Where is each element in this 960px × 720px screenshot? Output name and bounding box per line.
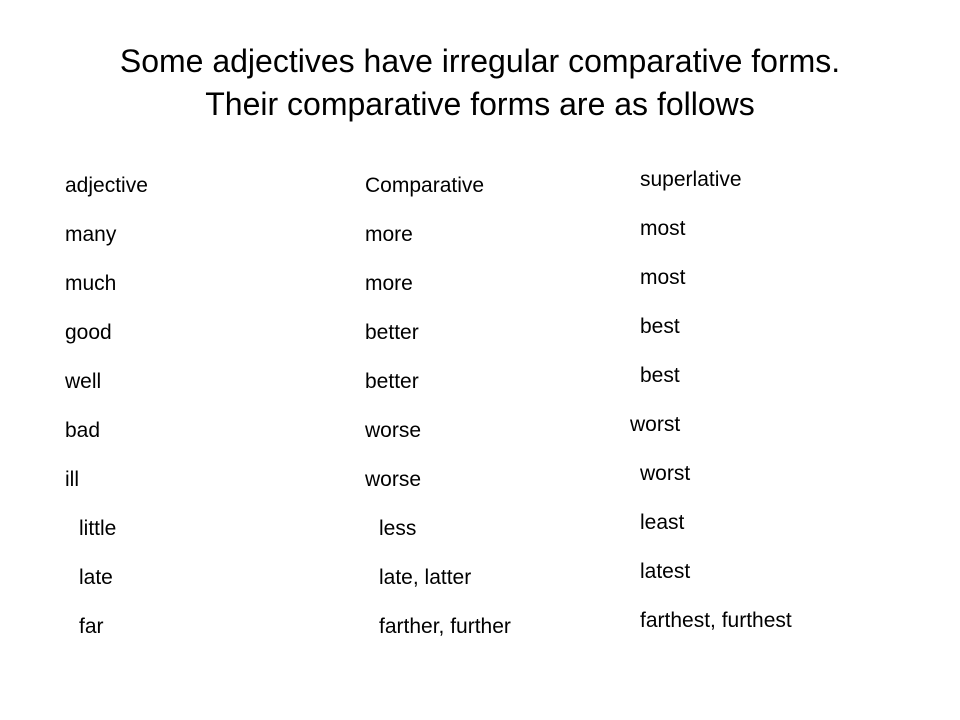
column-adjective: adjective many much good well bad ill li… [65, 174, 365, 664]
cell-comparative: worse [365, 468, 640, 517]
cell-comparative: better [365, 370, 640, 419]
title-line-1: Some adjectives have irregular comparati… [120, 43, 840, 79]
cell-superlative: latest [640, 560, 895, 609]
cell-comparative: more [365, 272, 640, 321]
column-comparative: Comparative more more better better wors… [365, 174, 640, 664]
title-line-2: Their comparative forms are as follows [205, 86, 755, 122]
page-title: Some adjectives have irregular comparati… [65, 40, 895, 126]
cell-superlative: best [640, 315, 895, 364]
header-superlative: superlative [640, 168, 895, 217]
cell-comparative: worse [365, 419, 640, 468]
cell-superlative: best [640, 364, 895, 413]
cell-comparative: farther, further [365, 615, 640, 664]
cell-adjective: much [65, 272, 365, 321]
comparison-table: adjective many much good well bad ill li… [65, 174, 895, 664]
column-superlative: superlative most most best best worst wo… [640, 168, 895, 664]
cell-adjective: good [65, 321, 365, 370]
cell-superlative: most [640, 266, 895, 315]
cell-adjective: little [65, 517, 365, 566]
cell-superlative: least [640, 511, 895, 560]
cell-adjective: many [65, 223, 365, 272]
cell-superlative: farthest, furthest [640, 609, 895, 658]
cell-superlative: worst [630, 413, 895, 462]
cell-superlative: worst [640, 462, 895, 511]
cell-adjective: bad [65, 419, 365, 468]
header-comparative: Comparative [365, 174, 640, 223]
cell-comparative: late, latter [365, 566, 640, 615]
cell-comparative: better [365, 321, 640, 370]
cell-comparative: less [365, 517, 640, 566]
cell-adjective: late [65, 566, 365, 615]
cell-adjective: ill [65, 468, 365, 517]
header-adjective: adjective [65, 174, 365, 223]
cell-adjective: far [65, 615, 365, 664]
cell-adjective: well [65, 370, 365, 419]
cell-comparative: more [365, 223, 640, 272]
cell-superlative: most [640, 217, 895, 266]
